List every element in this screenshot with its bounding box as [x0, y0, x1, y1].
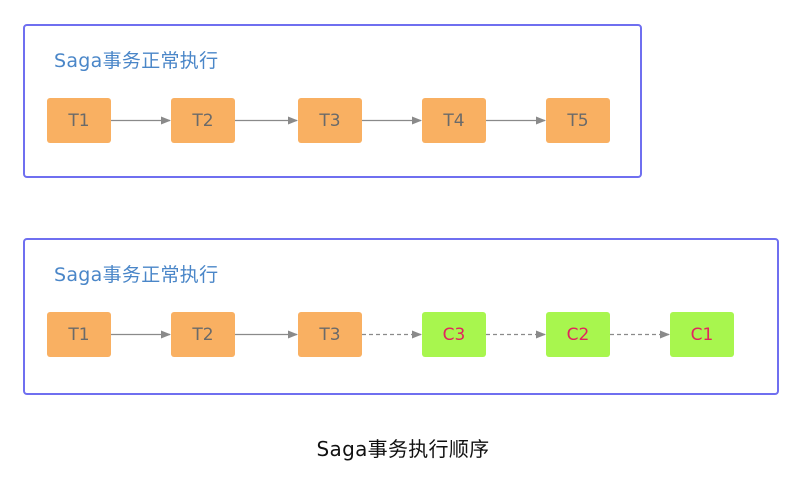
- step-t4: T4: [422, 98, 486, 143]
- step-t3: T3: [298, 312, 362, 357]
- step-c2: C2: [546, 312, 610, 357]
- step-t5: T5: [546, 98, 610, 143]
- step-t2: T2: [171, 98, 235, 143]
- figure-caption: Saga事务执行顺序: [316, 437, 490, 461]
- step-c1: C1: [670, 312, 734, 357]
- step-c3: C3: [422, 312, 486, 357]
- step-t1: T1: [47, 312, 111, 357]
- flow-arrows: [111, 116, 670, 339]
- step-t3: T3: [298, 98, 362, 143]
- step-t1: T1: [47, 98, 111, 143]
- step-t2: T2: [171, 312, 235, 357]
